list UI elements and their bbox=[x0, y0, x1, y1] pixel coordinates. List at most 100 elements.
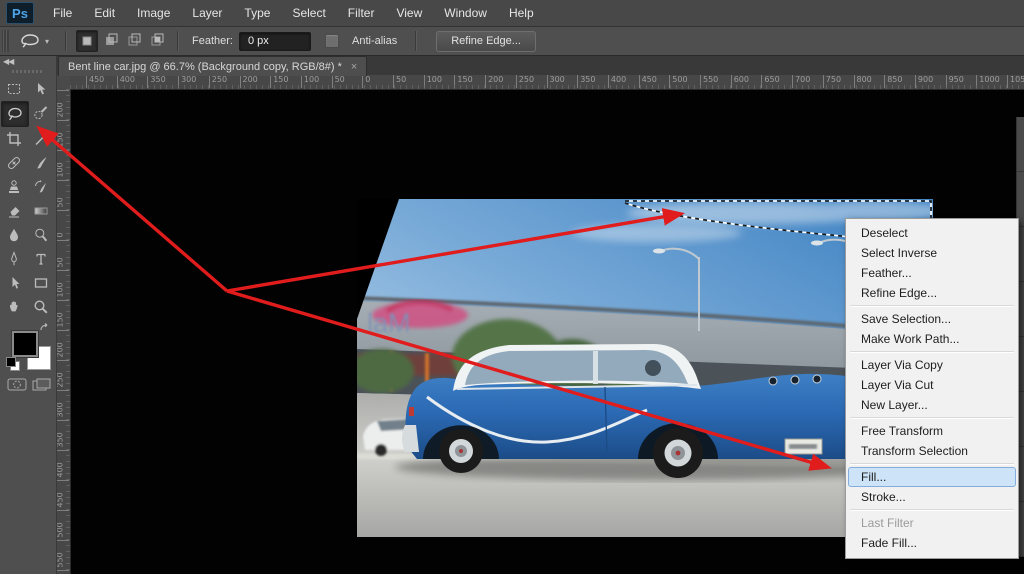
foreground-color-chip[interactable] bbox=[11, 330, 39, 358]
move-tool[interactable] bbox=[28, 77, 54, 101]
screen-mode-button[interactable] bbox=[30, 377, 52, 392]
menu-item-stroke[interactable]: Stroke... bbox=[848, 487, 1016, 507]
menu-separator bbox=[850, 509, 1014, 511]
document-tab[interactable]: Bent line car.jpg @ 66.7% (Background co… bbox=[58, 56, 368, 76]
collapse-panel-button[interactable]: ◀◀ bbox=[3, 57, 14, 66]
brush-icon bbox=[37, 157, 47, 169]
v-ruler-label: 150 bbox=[56, 120, 69, 149]
menu-window[interactable]: Window bbox=[433, 0, 498, 26]
menu-layer[interactable]: Layer bbox=[181, 0, 233, 26]
tool-preset-dropdown[interactable]: ▾ bbox=[19, 33, 49, 49]
menu-item-layer-via-cut[interactable]: Layer Via Cut bbox=[848, 375, 1016, 395]
feather-label: Feather: bbox=[192, 35, 233, 47]
quick-selection-tool[interactable] bbox=[28, 101, 54, 125]
v-ruler-label: 50 bbox=[56, 240, 69, 269]
menu-filter[interactable]: Filter bbox=[337, 0, 386, 26]
menu-bar: Ps File Edit Image Layer Type Select Filter Vie… bbox=[0, 0, 1024, 27]
ruler-corner[interactable] bbox=[56, 75, 71, 90]
clone-stamp-tool[interactable] bbox=[1, 175, 27, 199]
h-ruler-label: 150 bbox=[270, 75, 288, 88]
add-to-selection-button[interactable] bbox=[101, 30, 121, 50]
type-tool[interactable] bbox=[28, 247, 54, 271]
menu-item-feather[interactable]: Feather... bbox=[848, 263, 1016, 283]
menu-item-layer-via-copy[interactable]: Layer Via Copy bbox=[848, 355, 1016, 375]
rectangle-tool[interactable] bbox=[28, 271, 54, 295]
h-ruler-label: 200 bbox=[485, 75, 503, 88]
feather-input[interactable]: 0 px bbox=[238, 31, 311, 51]
gradient-tool[interactable] bbox=[28, 199, 54, 223]
refine-edge-button[interactable]: Refine Edge... bbox=[436, 30, 536, 52]
h-ruler-label: 250 bbox=[515, 75, 534, 88]
eraser-tool[interactable] bbox=[1, 199, 27, 223]
options-bar-grip[interactable] bbox=[2, 30, 9, 52]
antialias-checkbox[interactable] bbox=[324, 34, 339, 48]
swap-colors-icon[interactable] bbox=[39, 323, 51, 335]
menu-item-new-layer[interactable]: New Layer... bbox=[848, 395, 1016, 415]
menu-separator bbox=[850, 351, 1014, 353]
h-ruler-label: 550 bbox=[700, 75, 718, 88]
h-ruler-label: 800 bbox=[853, 75, 872, 88]
antialias-label: Anti-alias bbox=[351, 35, 398, 47]
menu-item-free-transform[interactable]: Free Transform bbox=[848, 421, 1016, 441]
quick-mask-button[interactable] bbox=[6, 377, 28, 392]
intersect-selection-button[interactable] bbox=[147, 30, 167, 50]
panel-grip[interactable] bbox=[12, 70, 44, 73]
brush-tool[interactable] bbox=[28, 151, 54, 175]
h-ruler-label: 450 bbox=[86, 75, 104, 88]
h-ruler-label: 300 bbox=[546, 75, 565, 88]
blur-icon bbox=[10, 228, 18, 242]
horizontal-ruler[interactable]: 450 400 350 300 250 200 150 100 50 0 50 100 150 200 25… bbox=[70, 75, 1024, 90]
v-ruler-label: 600 bbox=[56, 570, 69, 574]
menu-item-save-selection[interactable]: Save Selection... bbox=[848, 309, 1016, 329]
dodge-tool[interactable] bbox=[28, 223, 54, 247]
close-tab-icon[interactable]: × bbox=[351, 61, 357, 73]
v-ruler-label: 450 bbox=[56, 480, 69, 509]
v-ruler-label: 200 bbox=[56, 330, 69, 359]
h-ruler-label: 500 bbox=[669, 75, 688, 88]
new-selection-button[interactable] bbox=[76, 30, 99, 52]
default-colors-button[interactable] bbox=[6, 357, 20, 371]
divider bbox=[65, 31, 67, 51]
path-selection-tool[interactable] bbox=[1, 271, 27, 295]
menu-select[interactable]: Select bbox=[281, 0, 336, 26]
menu-item-transform-selection[interactable]: Transform Selection bbox=[848, 441, 1016, 461]
menu-item-select-inverse[interactable]: Select Inverse bbox=[848, 243, 1016, 263]
menu-item-deselect[interactable]: Deselect bbox=[848, 223, 1016, 243]
h-ruler-label: 700 bbox=[792, 75, 810, 88]
menu-view[interactable]: View bbox=[385, 0, 433, 26]
healing-brush-tool[interactable] bbox=[1, 151, 27, 175]
menu-item-fill[interactable]: Fill... bbox=[848, 467, 1016, 487]
rectangular-marquee-tool[interactable] bbox=[1, 77, 27, 101]
h-ruler-label: 750 bbox=[822, 75, 841, 88]
menu-edit[interactable]: Edit bbox=[83, 0, 126, 26]
v-ruler-label: 500 bbox=[56, 510, 69, 539]
zoom-tool[interactable] bbox=[28, 295, 54, 319]
menu-type[interactable]: Type bbox=[233, 0, 281, 26]
type-icon bbox=[36, 253, 46, 265]
menu-help[interactable]: Help bbox=[498, 0, 545, 26]
v-ruler-label: 300 bbox=[56, 390, 69, 419]
history-brush-tool[interactable] bbox=[28, 175, 54, 199]
menu-separator bbox=[850, 305, 1014, 307]
quick-selection-icon bbox=[34, 106, 48, 120]
color-chips bbox=[6, 323, 52, 371]
eyedropper-tool[interactable] bbox=[28, 127, 54, 151]
vertical-ruler[interactable]: 200 150 100 50 0 50 100 150 200 250 300 350 400 450 50… bbox=[56, 89, 71, 574]
menu-item-last-filter: Last Filter bbox=[861, 516, 914, 530]
move-icon bbox=[38, 83, 46, 95]
rectangle-icon bbox=[34, 278, 48, 288]
menu-item-make-work-path[interactable]: Make Work Path... bbox=[848, 329, 1016, 349]
hand-tool[interactable] bbox=[1, 295, 27, 319]
crop-tool[interactable] bbox=[1, 127, 27, 151]
menu-item-fade-fill[interactable]: Fade Fill... bbox=[848, 533, 1016, 553]
lasso-tool[interactable] bbox=[1, 101, 29, 127]
license-plate bbox=[784, 438, 823, 455]
blur-tool[interactable] bbox=[1, 223, 27, 247]
pen-tool[interactable] bbox=[1, 247, 27, 271]
menu-file[interactable]: File bbox=[42, 0, 83, 26]
chevron-down-icon: ▾ bbox=[45, 36, 50, 46]
subtract-from-selection-button[interactable] bbox=[124, 30, 144, 50]
context-menu: Deselect Select Inverse Feather... Refine E… bbox=[845, 218, 1019, 559]
menu-image[interactable]: Image bbox=[126, 0, 181, 26]
menu-item-refine-edge[interactable]: Refine Edge... bbox=[848, 283, 1016, 303]
